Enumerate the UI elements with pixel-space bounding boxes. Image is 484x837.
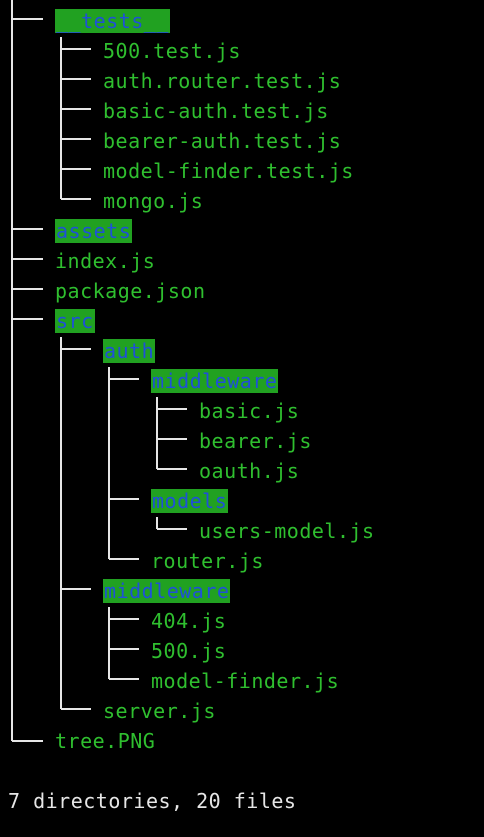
tree-file-server[interactable]: server.js: [103, 699, 216, 723]
tree-file-mongo[interactable]: mongo.js: [103, 189, 203, 213]
tree-file-package-json[interactable]: package.json: [55, 279, 206, 303]
tree-dir-assets[interactable]: assets: [55, 219, 133, 243]
tree-file-router[interactable]: router.js: [151, 549, 264, 573]
tree-dir-auth-middleware[interactable]: middleware: [151, 369, 279, 393]
tree-file-404[interactable]: 404.js: [151, 609, 226, 633]
tree-file-500-test[interactable]: 500.test.js: [103, 39, 241, 63]
tree-file-500[interactable]: 500.js: [151, 639, 226, 663]
tree-file-tree-png[interactable]: tree.PNG: [55, 729, 155, 753]
tree-dir-src-middleware[interactable]: middleware: [103, 579, 231, 603]
tree-file-basic[interactable]: basic.js: [199, 399, 299, 423]
tree-file-index[interactable]: index.js: [55, 249, 155, 273]
tree-dir-models[interactable]: models: [151, 489, 229, 513]
tree-file-auth-router-test[interactable]: auth.router.test.js: [103, 69, 341, 93]
tree-file-users-model[interactable]: users-model.js: [199, 519, 375, 543]
tree-dir-src[interactable]: src: [55, 309, 95, 333]
tree-file-bearer[interactable]: bearer.js: [199, 429, 312, 453]
tree-dir-auth[interactable]: auth: [103, 339, 156, 363]
tree-file-model-finder[interactable]: model-finder.js: [151, 669, 339, 693]
tree-summary: 7 directories, 20 files: [8, 789, 297, 813]
tree-file-bearer-auth-test[interactable]: bearer-auth.test.js: [103, 129, 341, 153]
tree-dir-tests[interactable]: __tests__: [55, 9, 170, 33]
tree-file-model-finder-test[interactable]: model-finder.test.js: [103, 159, 354, 183]
tree-file-oauth[interactable]: oauth.js: [199, 459, 299, 483]
tree-file-basic-auth-test[interactable]: basic-auth.test.js: [103, 99, 329, 123]
